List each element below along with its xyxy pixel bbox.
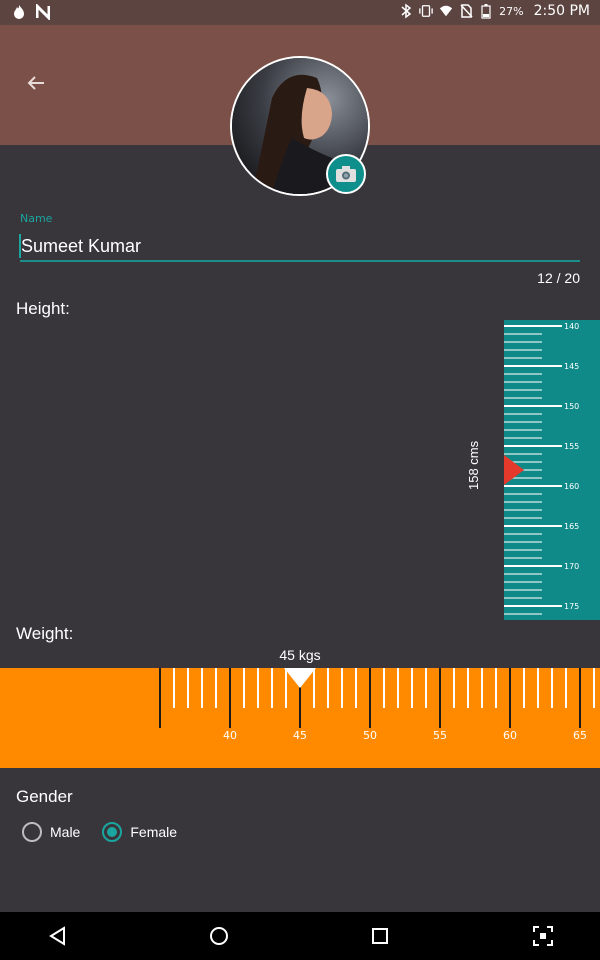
height-tick-label: 160 — [564, 482, 579, 491]
height-label: Height: — [16, 299, 70, 318]
weight-tick-label: 45 — [293, 729, 307, 742]
wifi-icon — [440, 5, 453, 17]
weight-scale: 40 45 50 55 60 65 — [159, 668, 595, 742]
weight-tick-label: 40 — [223, 729, 237, 742]
height-scale: 140 145 150 155 160 165 170 175 — [504, 322, 579, 615]
recents-square-icon[interactable] — [368, 924, 392, 948]
bluetooth-icon — [401, 3, 412, 19]
female-label: Female — [130, 824, 178, 840]
name-input[interactable] — [20, 232, 580, 262]
weight-pointer — [284, 668, 316, 688]
home-circle-icon[interactable] — [207, 924, 231, 948]
height-readout: 158 cms — [466, 440, 481, 490]
n-icon — [36, 4, 50, 20]
height-tick-label: 140 — [564, 322, 579, 331]
navigation-bar — [0, 912, 600, 960]
gender-option-male[interactable]: Male — [22, 822, 80, 842]
gender-label: Gender — [16, 787, 73, 806]
weight-readout: 45 kgs — [279, 647, 321, 663]
back-triangle-icon[interactable] — [46, 924, 70, 948]
no-sim-icon — [460, 4, 473, 18]
back-arrow-icon[interactable] — [22, 69, 50, 97]
weight-tick-label: 50 — [363, 729, 377, 742]
change-photo-button[interactable] — [326, 154, 366, 194]
screenshot-icon[interactable] — [531, 924, 555, 948]
battery-percent: 27% — [499, 4, 524, 18]
weight-label: Weight: — [16, 624, 74, 643]
camera-icon — [336, 166, 356, 182]
weight-tick-label: 65 — [573, 729, 587, 742]
height-tick-label: 145 — [564, 362, 579, 371]
height-tick-label: 165 — [564, 522, 579, 531]
height-tick-label: 155 — [564, 442, 579, 451]
male-radio[interactable] — [22, 822, 42, 842]
weight-tick-label: 60 — [503, 729, 517, 742]
status-bar: 27% 2:50 PM — [0, 0, 600, 25]
height-ruler[interactable]: 140 145 150 155 160 165 170 175 — [504, 320, 600, 620]
gender-option-female[interactable]: Female — [102, 822, 177, 842]
fire-icon — [14, 5, 24, 19]
battery-icon — [481, 4, 491, 19]
height-pointer — [504, 455, 524, 485]
height-tick-label: 170 — [564, 562, 579, 571]
name-field-label: Name — [20, 212, 53, 225]
clock: 2:50 PM — [533, 3, 590, 19]
weight-ruler[interactable]: 40 45 50 55 60 65 — [0, 668, 600, 768]
female-radio[interactable] — [102, 822, 123, 842]
height-tick-label: 150 — [564, 402, 579, 411]
character-counter: 12 / 20 — [537, 270, 580, 286]
text-cursor — [19, 234, 21, 258]
avatar-container — [230, 56, 370, 196]
gender-radio-group: Male Female — [22, 822, 177, 842]
male-label: Male — [50, 824, 81, 840]
weight-tick-label: 55 — [433, 729, 447, 742]
vibrate-icon — [419, 5, 433, 17]
height-tick-label: 175 — [564, 602, 579, 611]
